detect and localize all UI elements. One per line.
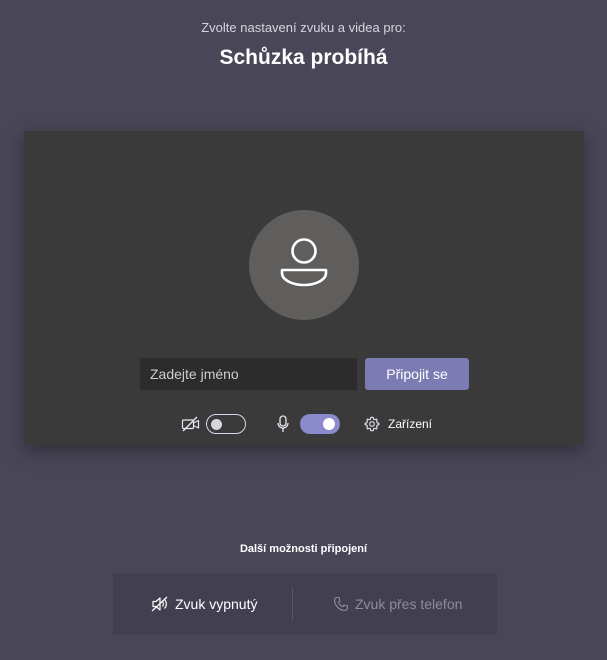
- name-input[interactable]: [140, 358, 357, 390]
- devices-button[interactable]: Zařízení: [364, 414, 432, 434]
- gear-icon: [364, 416, 380, 432]
- phone-icon: [333, 596, 349, 612]
- audio-off-label: Zvuk vypnutý: [175, 596, 258, 612]
- options-divider: [292, 588, 293, 620]
- media-controls: Zařízení: [24, 412, 584, 436]
- phone-audio-option[interactable]: Zvuk přes telefon: [333, 573, 462, 635]
- camera-toggle-knob: [211, 418, 222, 430]
- speaker-off-icon: [151, 596, 168, 612]
- camera-off-icon: [181, 416, 200, 432]
- more-options-panel: Zvuk vypnutý Zvuk přes telefon: [113, 573, 497, 635]
- devices-label: Zařízení: [388, 417, 433, 431]
- more-options-label: Další možnosti připojení: [239, 543, 368, 555]
- page-subtitle: Zvolte nastavení zvuku a videa pro:: [201, 20, 406, 35]
- microphone-icon: [277, 415, 289, 432]
- phone-audio-label: Zvuk přes telefon: [355, 596, 463, 612]
- person-icon: [280, 238, 328, 287]
- camera-toggle[interactable]: [206, 414, 246, 434]
- microphone-toggle[interactable]: [300, 414, 340, 434]
- join-button[interactable]: Připojit se: [365, 358, 469, 390]
- page-title: Schůzka probíhá: [219, 46, 388, 69]
- avatar: [249, 210, 359, 320]
- audio-off-option[interactable]: Zvuk vypnutý: [151, 573, 257, 635]
- microphone-toggle-knob: [323, 418, 335, 430]
- video-preview: Připojit se Zařízení: [24, 131, 584, 445]
